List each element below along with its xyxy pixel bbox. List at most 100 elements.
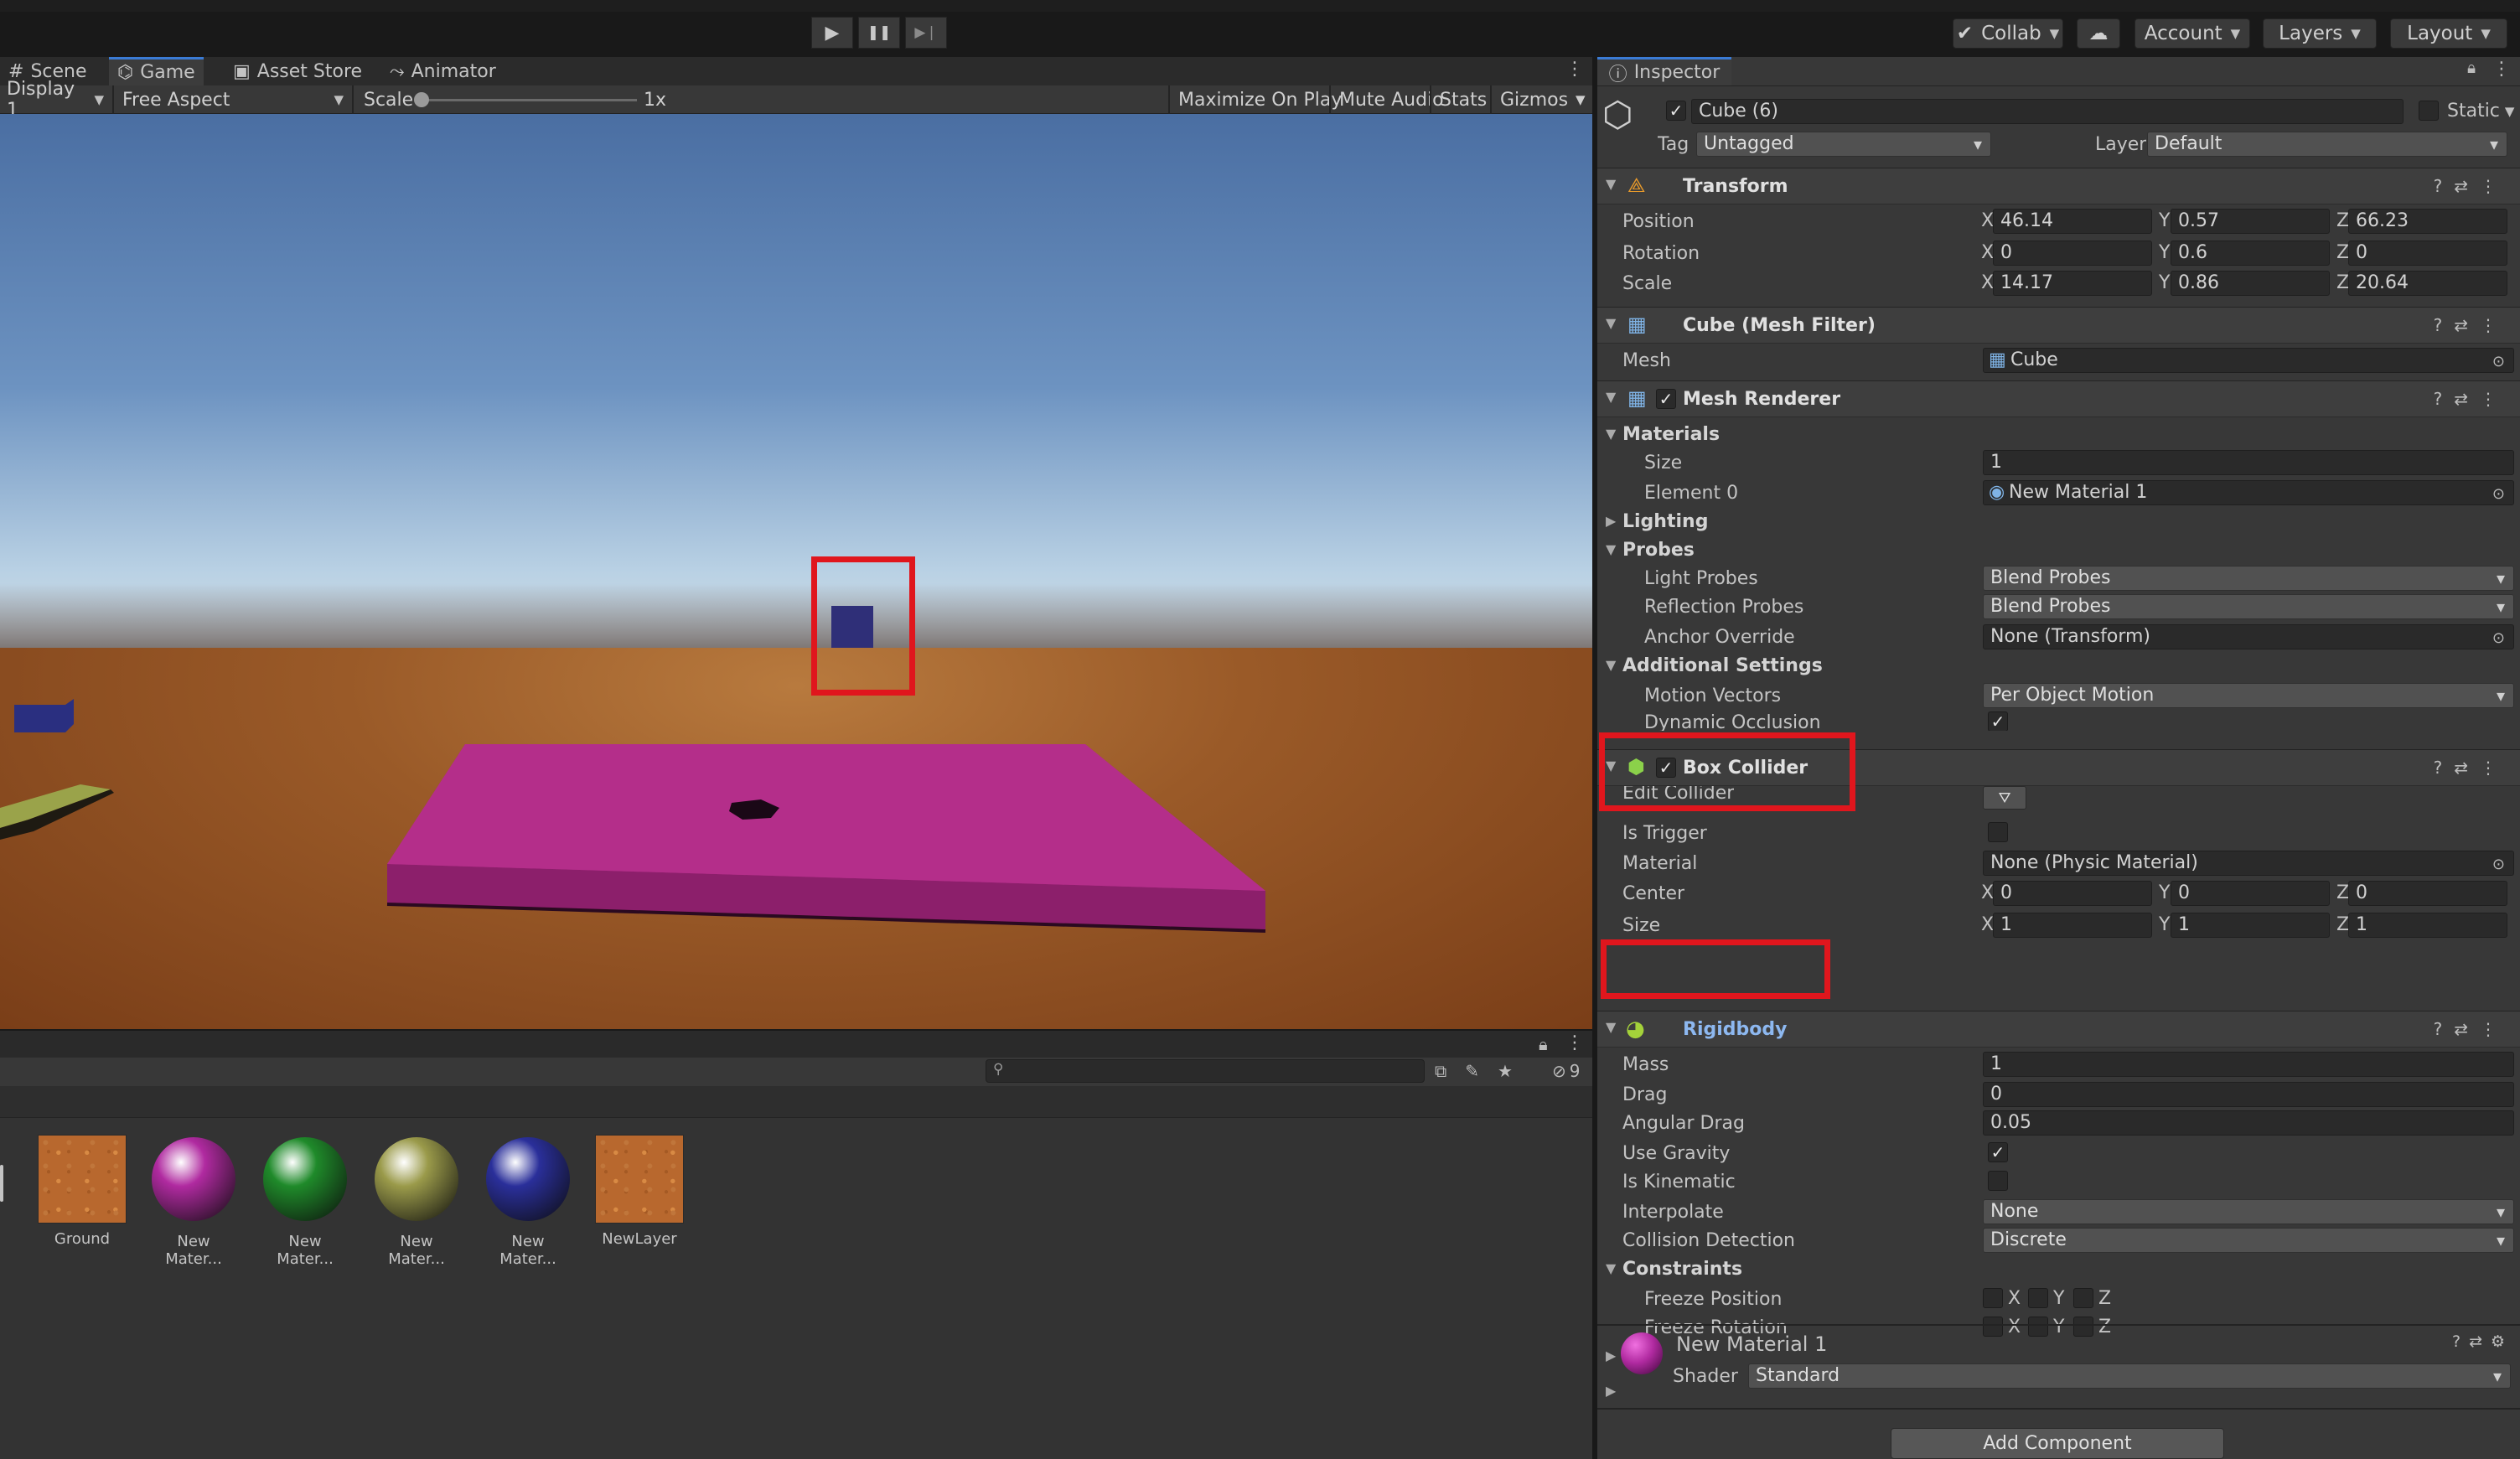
preset-icon[interactable]: ⇄ <box>2454 176 2480 196</box>
x-value-field[interactable]: 46.14 <box>1993 209 2152 234</box>
preset-icon[interactable]: ⇄ <box>2454 315 2480 335</box>
is-trigger-checkbox[interactable] <box>1988 822 2008 842</box>
cloud-button[interactable]: ☁ <box>2077 18 2120 49</box>
stats-toggle[interactable]: Stats <box>1433 85 1493 114</box>
play-button[interactable]: ▶ <box>811 17 853 49</box>
help-icon[interactable]: ? <box>2434 176 2455 196</box>
motion-vectors-field[interactable]: Per Object Motion <box>1983 683 2514 708</box>
foldout-arrow-icon[interactable]: ▶ <box>1606 1383 1616 1399</box>
preset-icon[interactable]: ⇄ <box>2454 758 2480 778</box>
foldout-arrow-icon[interactable]: ▼ <box>1606 315 1616 331</box>
layer-dropdown[interactable]: Default <box>2147 132 2507 157</box>
reflection-probes-field[interactable]: Blend Probes <box>1983 594 2514 619</box>
more-options-icon[interactable]: ⋮ <box>1565 59 1584 80</box>
aspect-dropdown[interactable]: Free Aspect ▼ <box>116 85 350 114</box>
asset-item[interactable]: New Mater... <box>370 1135 463 1268</box>
help-icon[interactable]: ? <box>2434 1019 2455 1039</box>
asset-item[interactable]: New Mater... <box>147 1135 241 1268</box>
z-value-field[interactable]: 20.64 <box>2348 271 2507 296</box>
z-value-field[interactable]: 66.23 <box>2348 209 2507 234</box>
foldout-arrow-icon[interactable]: ▼ <box>1606 389 1616 405</box>
x-value-field[interactable]: 0 <box>1993 241 2152 266</box>
y-value-field[interactable]: 0.57 <box>2171 209 2330 234</box>
star-icon[interactable]: ★ <box>1498 1061 1531 1081</box>
preset-icon[interactable]: ⇄ <box>2454 389 2480 409</box>
is-kinematic-checkbox[interactable] <box>1988 1171 2008 1191</box>
use-gravity-checkbox[interactable]: ✓ <box>1988 1142 2008 1162</box>
additional-settings-foldout[interactable]: ▼ Additional Settings <box>1597 650 2520 680</box>
light-probes-field[interactable]: Blend Probes <box>1983 566 2514 591</box>
z-value-field[interactable]: 1 <box>2348 913 2507 938</box>
tab-game[interactable]: ⌬ Game <box>109 57 204 85</box>
collision-detection-field[interactable]: Discrete <box>1983 1228 2514 1253</box>
add-component-button[interactable]: Add Component <box>1891 1428 2224 1459</box>
asset-item[interactable]: NewLayer <box>592 1135 686 1248</box>
help-icon[interactable]: ? <box>2434 315 2455 335</box>
filter-type-icon[interactable]: ⧉ <box>1435 1061 1465 1081</box>
rigidbody-component-header[interactable]: ▼ ◕ Rigidbody ?⇄⋮ <box>1597 1011 2520 1048</box>
shader-dropdown[interactable]: Standard <box>1748 1363 2511 1389</box>
edit-collider-button[interactable]: ⛛ <box>1983 786 2026 810</box>
foldout-arrow-icon[interactable]: ▼ <box>1606 1260 1616 1276</box>
asset-item[interactable]: New Mater... <box>258 1135 352 1268</box>
z-value-field[interactable]: 0 <box>2348 241 2507 266</box>
mesh-filter-component-header[interactable]: ▼ ▦ Cube (Mesh Filter) ?⇄⋮ <box>1597 307 2520 344</box>
help-icon[interactable]: ? <box>2434 758 2455 778</box>
lock-icon[interactable]: 🔒︎ <box>1539 1034 1548 1054</box>
mesh-object-field[interactable]: ▦ Cube ⊙ <box>1983 348 2514 373</box>
dynamic-occlusion-checkbox[interactable]: ✓ <box>1988 711 2008 731</box>
object-name-field[interactable]: Cube (6) <box>1691 99 2404 124</box>
foldout-arrow-icon[interactable]: ▼ <box>1606 657 1616 673</box>
more-options-icon[interactable]: ⋮ <box>2492 59 2511 80</box>
scale-slider-handle[interactable] <box>414 92 429 107</box>
layout-dropdown[interactable]: Layout ▼ <box>2390 18 2507 49</box>
lighting-foldout[interactable]: ▶ Lighting <box>1597 506 2520 536</box>
help-icon[interactable]: ? <box>2434 389 2455 409</box>
x-value-field[interactable]: 1 <box>1993 913 2152 938</box>
freeze-rotation-x-checkbox[interactable] <box>1983 1317 2003 1337</box>
more-options-icon[interactable]: ⋮ <box>2480 176 2508 196</box>
object-picker-icon[interactable]: ⊙ <box>2492 483 2505 504</box>
asset-item[interactable]: Ground <box>35 1135 129 1248</box>
freeze-position-x-checkbox[interactable] <box>1983 1288 2003 1308</box>
label-tag-icon[interactable]: ✎ <box>1465 1061 1498 1081</box>
more-options-icon[interactable]: ⋮ <box>2480 389 2508 409</box>
collider-material-field[interactable]: None (Physic Material) ⊙ <box>1983 851 2514 876</box>
element-0-field[interactable]: ◉ New Material 1 ⊙ <box>1983 480 2514 505</box>
y-value-field[interactable]: 1 <box>2171 913 2330 938</box>
foldout-arrow-icon[interactable]: ▶ <box>1606 1348 1616 1363</box>
more-options-icon[interactable]: ⋮ <box>2480 758 2508 778</box>
tab-inspector[interactable]: ⓘ Inspector <box>1597 57 1731 85</box>
x-value-field[interactable]: 0 <box>1993 881 2152 906</box>
anchor-override-field[interactable]: None (Transform) ⊙ <box>1983 624 2514 649</box>
object-active-checkbox[interactable]: ✓ <box>1666 101 1686 121</box>
mesh-renderer-enabled-checkbox[interactable]: ✓ <box>1656 389 1676 409</box>
tag-dropdown[interactable]: Untagged <box>1696 132 1991 157</box>
y-value-field[interactable]: 0 <box>2171 881 2330 906</box>
z-value-field[interactable]: 0 <box>2348 881 2507 906</box>
mass-field[interactable]: 1 <box>1983 1052 2514 1077</box>
materials-size-field[interactable]: 1 <box>1983 450 2514 475</box>
panel-resize-handle[interactable] <box>0 1165 3 1202</box>
angular-drag-field[interactable]: 0.05 <box>1983 1110 2514 1136</box>
mesh-renderer-component-header[interactable]: ▼ ▦ ✓ Mesh Renderer ?⇄⋮ <box>1597 380 2520 417</box>
static-dropdown[interactable]: Static ▼ <box>2447 101 2514 122</box>
scale-slider[interactable] <box>417 99 637 101</box>
preset-icon[interactable]: ⇄ <box>2469 1332 2491 1351</box>
freeze-position-y-checkbox[interactable] <box>2028 1288 2048 1308</box>
transform-component-header[interactable]: ▼ ⟁ Transform ?⇄⋮ <box>1597 168 2520 204</box>
hidden-packages-toggle[interactable]: ⊘ 9 <box>1552 1061 1581 1081</box>
static-checkbox[interactable] <box>2419 101 2439 121</box>
more-options-icon[interactable]: ⋮ <box>2480 315 2508 335</box>
display-dropdown[interactable]: Display 1 ▼ <box>0 79 111 121</box>
materials-foldout[interactable]: ▼ Materials <box>1597 419 2520 449</box>
object-picker-icon[interactable]: ⊙ <box>2492 853 2505 875</box>
object-picker-icon[interactable]: ⊙ <box>2492 627 2505 649</box>
y-value-field[interactable]: 0.6 <box>2171 241 2330 266</box>
lock-icon[interactable]: 🔒︎ <box>2467 59 2476 77</box>
chevron-down-icon[interactable]: ▼ <box>1569 85 1592 114</box>
more-options-icon[interactable]: ⋮ <box>1565 1032 1584 1053</box>
probes-foldout[interactable]: ▼ Probes <box>1597 535 2520 565</box>
x-value-field[interactable]: 14.17 <box>1993 271 2152 296</box>
settings-gear-icon[interactable]: ⚙ <box>2491 1332 2513 1351</box>
